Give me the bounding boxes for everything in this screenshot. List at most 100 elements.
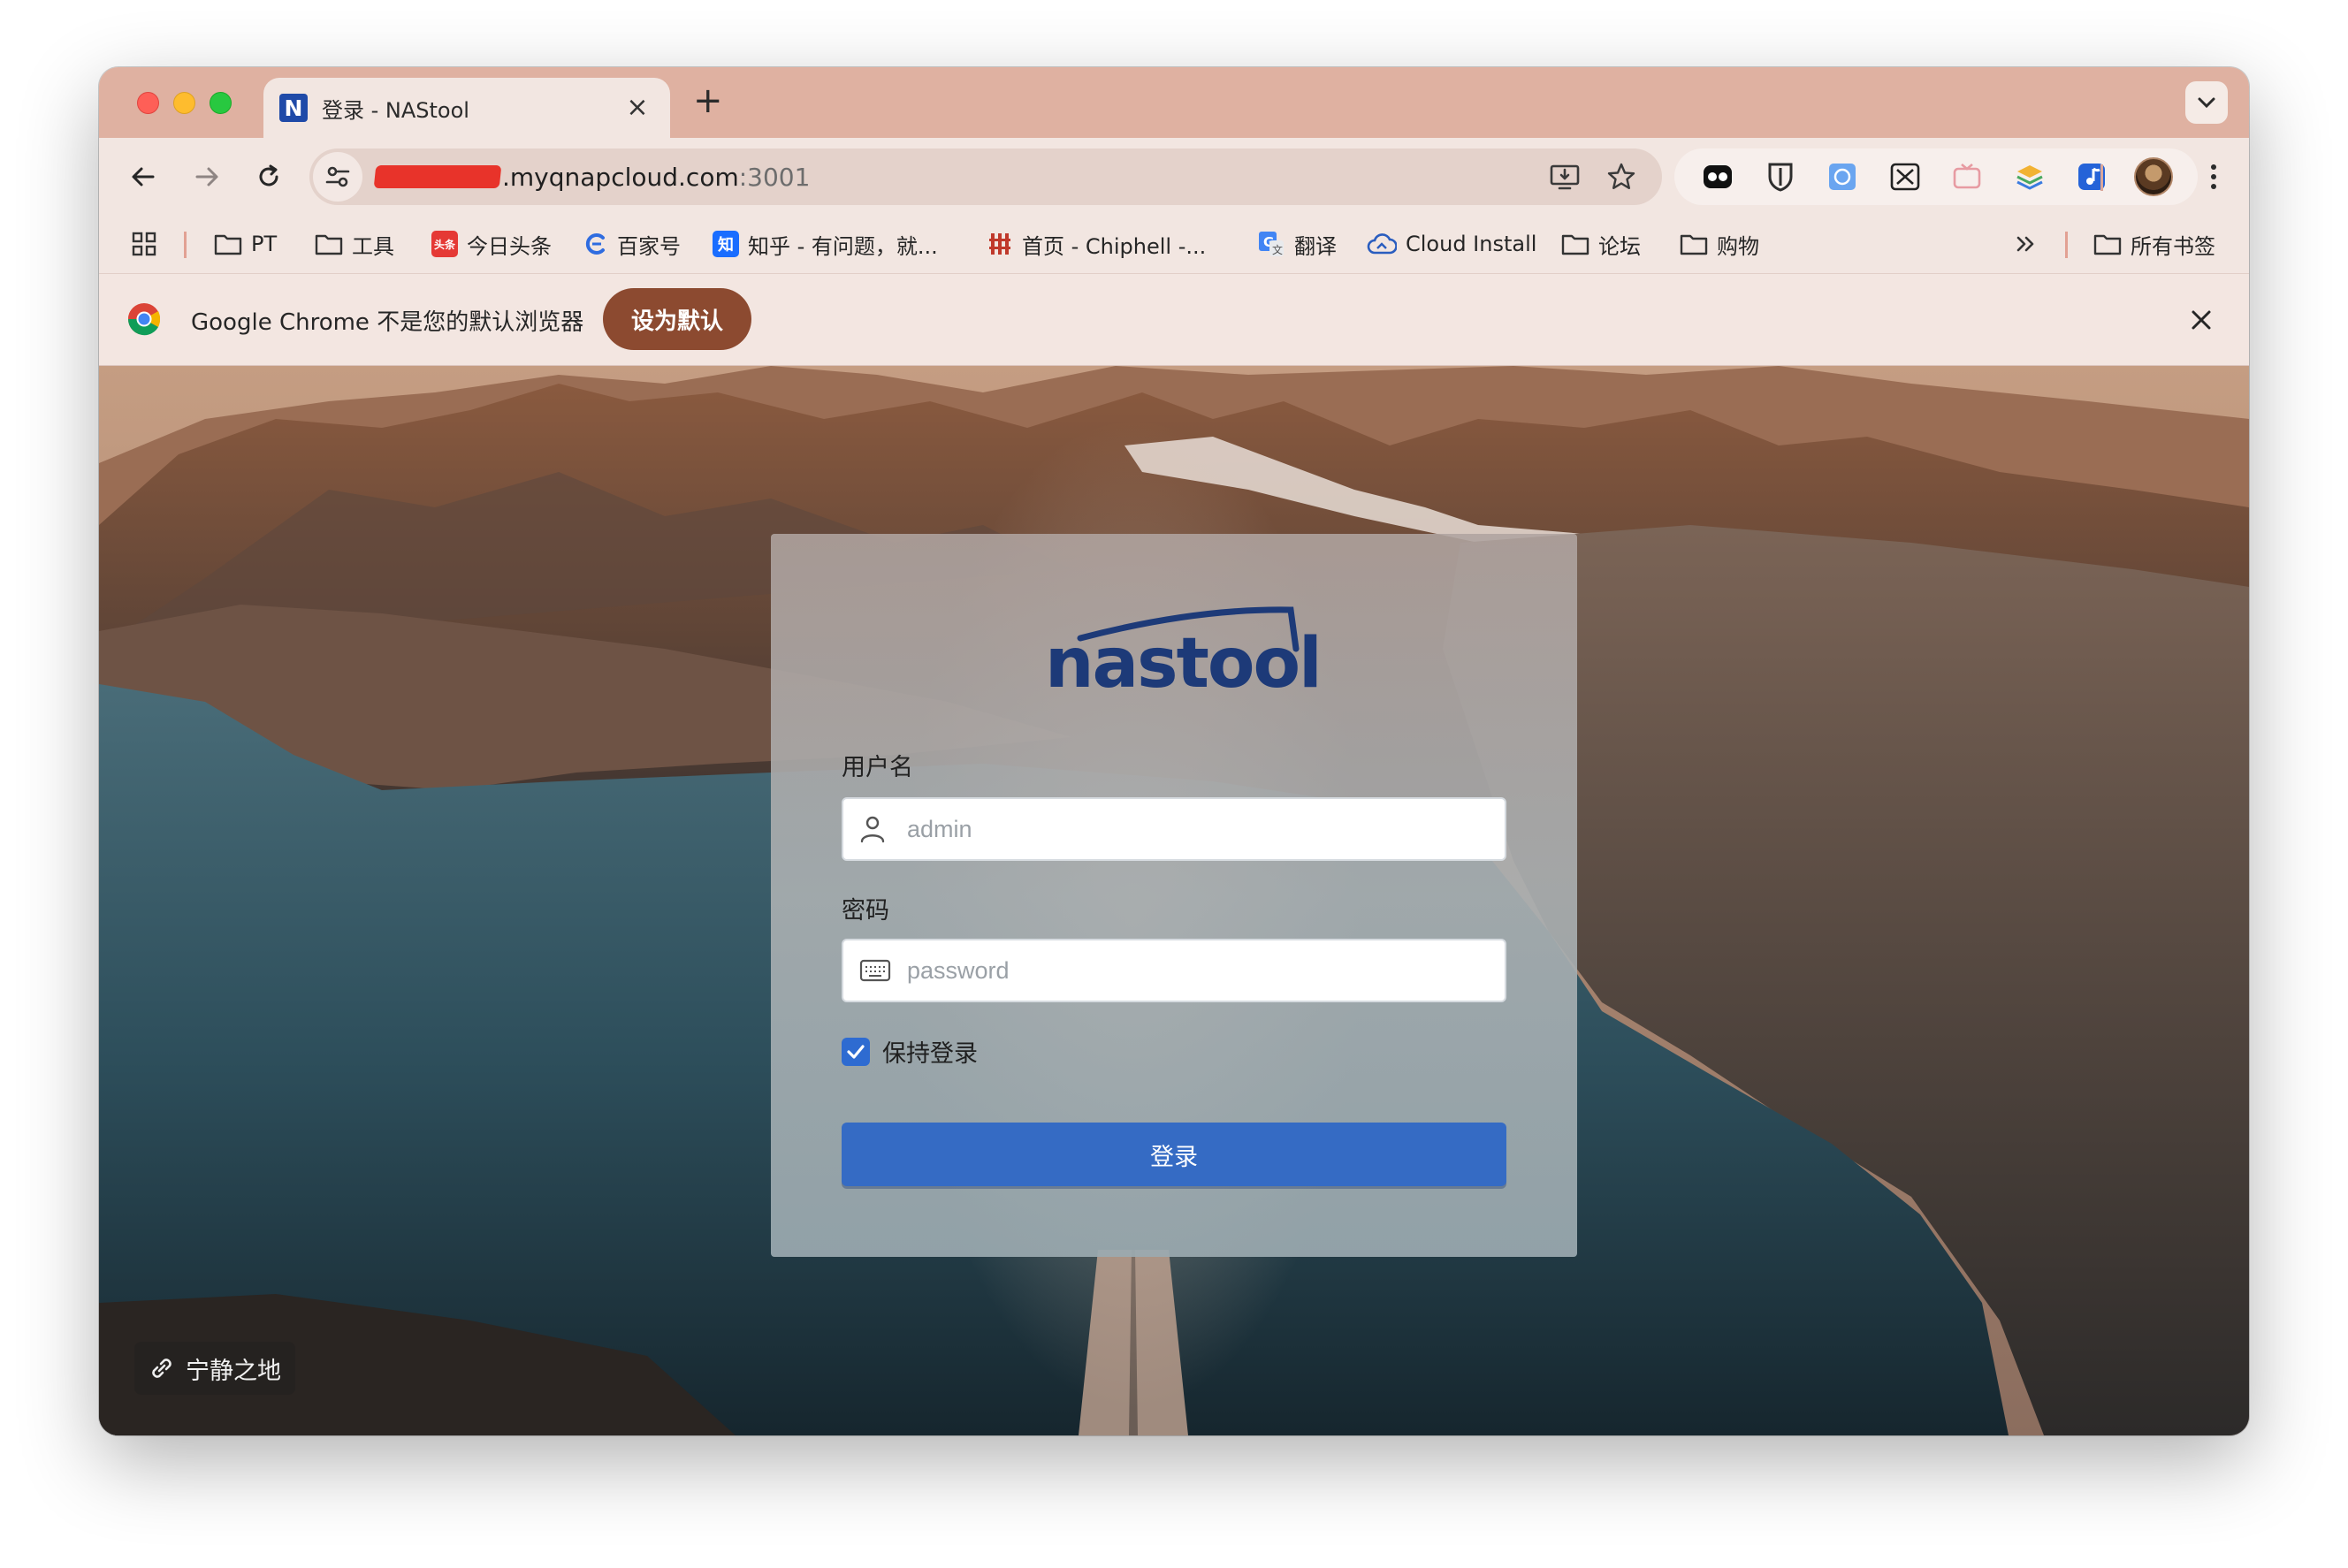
arrow-left-icon [132, 167, 155, 186]
zhihu-favicon-icon: 知 [713, 231, 739, 257]
bookmark-label: 知乎 - 有问题，就... [748, 233, 938, 259]
bookmark-label: 论坛 [1598, 233, 1641, 259]
bookmark-cloud-install[interactable]: Cloud Install [1367, 214, 1536, 274]
password-field[interactable] [842, 939, 1506, 1002]
link-icon [152, 1359, 172, 1378]
window-controls [137, 92, 232, 114]
close-icon[interactable] [2185, 304, 2217, 336]
extension-button[interactable] [1825, 159, 1860, 194]
close-window-button[interactable] [137, 92, 159, 114]
folder-icon [2093, 234, 2122, 255]
username-input[interactable] [905, 814, 1453, 844]
redacted-subdomain [373, 165, 502, 188]
extension-button[interactable] [1949, 159, 1985, 194]
scissors-extension-icon [1890, 163, 1920, 191]
install-app-icon[interactable] [1549, 161, 1581, 193]
chiphell-favicon-icon [989, 233, 1010, 255]
bookmark-separator [184, 232, 187, 258]
bookmark-baijiahao[interactable]: 百家号 [582, 214, 681, 274]
bookmarks-bar: PT 工具 头条 今日头条 百家号 知 知乎 - 有问题，就... 首页 - C… [99, 214, 2249, 274]
reload-button[interactable] [249, 157, 288, 196]
folder-icon [315, 234, 343, 255]
address-bar[interactable]: .myqnapcloud.com:3001 [309, 148, 1662, 205]
extension-button[interactable] [1887, 159, 1923, 194]
bookmark-folder-forum[interactable]: 论坛 [1561, 214, 1641, 274]
new-tab-button[interactable]: + [693, 83, 723, 118]
more-bookmarks-button[interactable] [2014, 214, 2039, 274]
tab-active[interactable]: N 登录 - NAStool × [263, 78, 670, 138]
bookmark-toutiao[interactable]: 头条 今日头条 [431, 214, 552, 274]
password-label: 密码 [842, 897, 889, 925]
bookmark-label: 首页 - Chiphell -... [1022, 233, 1207, 259]
username-label: 用户名 [842, 754, 913, 781]
site-info-button[interactable] [313, 152, 362, 202]
translate-extension-icon [1829, 164, 1856, 190]
forward-button[interactable] [187, 157, 226, 196]
tab-close-icon[interactable]: × [622, 95, 652, 121]
chevron-double-right-icon [2016, 236, 2034, 252]
default-browser-infobar: Google Chrome 不是您的默认浏览器 设为默认 [99, 274, 2249, 366]
browser-window: N 登录 - NAStool × + .myqnapcloud.com:3001 [99, 67, 2249, 1435]
grid-icon [132, 232, 156, 256]
tab-strip: N 登录 - NAStool × + [99, 67, 2249, 138]
kebab-dot [2211, 184, 2216, 189]
back-button[interactable] [124, 157, 163, 196]
all-bookmarks-folder[interactable]: 所有书签 [2093, 214, 2215, 274]
bookmark-chiphell[interactable]: 首页 - Chiphell -... [987, 214, 1206, 274]
bookmark-label: 今日头条 [467, 233, 552, 259]
extensions-area [1674, 148, 2198, 205]
dual-circle-extension-icon [1704, 165, 1733, 188]
bookmark-folder-tools[interactable]: 工具 [315, 214, 394, 274]
bookmark-folder-pt[interactable]: PT [214, 214, 277, 274]
tv-extension-icon [1953, 164, 1981, 189]
layers-extension-icon [2016, 165, 2043, 190]
bookmark-label: Cloud Install [1406, 232, 1537, 256]
extension-button[interactable] [1700, 159, 1735, 194]
remember-checkbox[interactable] [842, 1037, 870, 1066]
folder-icon [1680, 234, 1708, 255]
bookmark-zhihu[interactable]: 知 知乎 - 有问题，就... [713, 214, 938, 274]
chrome-menu-button[interactable] [2194, 157, 2233, 196]
bookmark-label: 百家号 [617, 233, 681, 259]
login-button[interactable]: 登录 [842, 1123, 1506, 1186]
logo-text: nastool [1045, 624, 1323, 704]
bookmark-translate[interactable]: G文 翻译 [1257, 214, 1337, 274]
shield-icon [1768, 163, 1793, 192]
check-icon [847, 1044, 865, 1059]
url-host: .myqnapcloud.com [502, 162, 739, 192]
infobar-message: Google Chrome 不是您的默认浏览器 [191, 308, 584, 336]
minimize-window-button[interactable] [173, 92, 195, 114]
folder-icon [214, 234, 242, 255]
maximize-window-button[interactable] [210, 92, 232, 114]
tab-title: 登录 - NAStool [322, 97, 469, 123]
keyboard-icon [859, 959, 891, 982]
apps-button[interactable] [131, 214, 157, 274]
background-credit-link[interactable]: 宁静之地 [134, 1342, 295, 1395]
toolbar-divider [2100, 164, 2103, 191]
baijiahao-favicon-icon [585, 233, 605, 255]
cloud-icon [1367, 233, 1397, 255]
bookmark-folder-shopping[interactable]: 购物 [1680, 214, 1759, 274]
remember-me[interactable]: 保持登录 [842, 1034, 978, 1069]
folder-icon [1561, 234, 1589, 255]
bookmark-label: 所有书签 [2131, 233, 2215, 259]
bookmark-label: 购物 [1717, 233, 1759, 259]
kebab-dot [2211, 164, 2216, 170]
tab-search-button[interactable] [2185, 81, 2228, 124]
set-default-button[interactable]: 设为默认 [603, 288, 751, 350]
login-card: nastool 用户名 密码 保持登录 登录 [771, 534, 1577, 1257]
bookmark-star-icon[interactable] [1605, 161, 1637, 193]
username-field[interactable] [842, 797, 1506, 861]
password-input[interactable] [905, 955, 1453, 986]
svg-text:文: 文 [1272, 243, 1283, 256]
extension-button[interactable] [2074, 159, 2109, 194]
extension-button[interactable] [2012, 159, 2047, 194]
user-icon [860, 816, 885, 843]
bookmark-label: 翻译 [1294, 233, 1337, 259]
extension-button[interactable] [1763, 159, 1798, 194]
remember-label: 保持登录 [882, 1040, 978, 1068]
kebab-dot [2211, 174, 2216, 179]
chevron-down-icon [2198, 97, 2215, 109]
reload-icon [259, 164, 278, 186]
profile-avatar[interactable] [2134, 157, 2173, 196]
